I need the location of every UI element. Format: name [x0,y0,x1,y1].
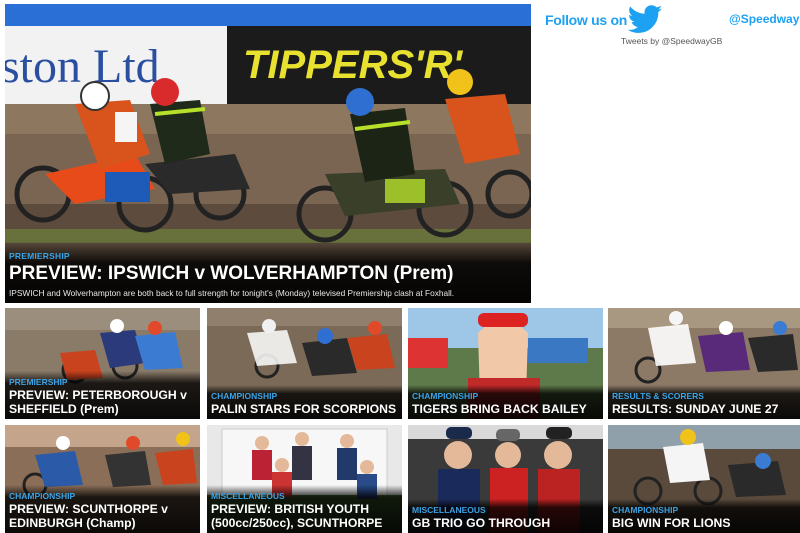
card-title[interactable]: TIGERS BRING BACK BAILEY [412,402,599,416]
card-title[interactable]: BIG WIN FOR LIONS [612,516,799,530]
card-title[interactable]: PREVIEW: BRITISH YOUTH (500cc/250cc), SC… [211,502,398,530]
card-title[interactable]: PREVIEW: PETERBOROUGH v SHEFFIELD (Prem) [9,388,196,416]
card-title[interactable]: PREVIEW: SCUNTHORPE v EDINBURGH (Champ) [9,502,196,530]
article-card[interactable]: CHAMPIONSHIP TIGERS BRING BACK BAILEY [408,308,603,419]
card-category[interactable]: CHAMPIONSHIP [612,505,799,515]
card-category[interactable]: CHAMPIONSHIP [412,391,599,401]
card-category[interactable]: CHAMPIONSHIP [9,491,196,501]
hero-caption: PREMIERSHIP PREVIEW: IPSWICH v WOLVERHAM… [5,241,531,303]
card-caption: CHAMPIONSHIP PALIN STARS FOR SCORPIONS [207,385,402,419]
hero-title[interactable]: PREVIEW: IPSWICH v WOLVERHAMPTON (Prem) [9,263,527,284]
twitter-handle[interactable]: @SpeedwayGB [729,12,800,26]
twitter-bird-icon[interactable] [627,5,663,33]
hero-banner-left: ston Ltd [5,40,160,93]
card-caption: CHAMPIONSHIP TIGERS BRING BACK BAILEY [408,385,603,419]
card-category[interactable]: MISCELLANEOUS [211,491,398,501]
card-category[interactable]: MISCELLANEOUS [412,505,599,515]
article-card[interactable]: MISCELLANEOUS GB TRIO GO THROUGH [408,425,603,533]
card-title[interactable]: RESULTS: SUNDAY JUNE 27 [612,402,799,416]
card-caption: CHAMPIONSHIP PREVIEW: SCUNTHORPE v EDINB… [5,485,200,533]
card-category[interactable]: PREMIERSHIP [9,377,196,387]
hero-excerpt: IPSWICH and Wolverhampton are both back … [9,288,455,298]
card-category[interactable]: CHAMPIONSHIP [211,391,398,401]
card-caption: MISCELLANEOUS GB TRIO GO THROUGH [408,499,603,533]
article-card[interactable]: RESULTS & SCORERS RESULTS: SUNDAY JUNE 2… [608,308,800,419]
follow-us-label[interactable]: Follow us on [545,12,627,28]
tweets-by-label[interactable]: Tweets by @SpeedwayGB [621,36,722,46]
card-caption: CHAMPIONSHIP BIG WIN FOR LIONS [608,499,800,533]
card-category[interactable]: RESULTS & SCORERS [612,391,799,401]
article-card[interactable]: CHAMPIONSHIP PREVIEW: SCUNTHORPE v EDINB… [5,425,200,533]
card-caption: RESULTS & SCORERS RESULTS: SUNDAY JUNE 2… [608,385,800,419]
article-card[interactable]: PREMIERSHIP PREVIEW: PETERBOROUGH v SHEF… [5,308,200,419]
article-card[interactable]: CHAMPIONSHIP PALIN STARS FOR SCORPIONS [207,308,402,419]
hero-article[interactable]: ston Ltd TIPPERS'R' PREMIERSHIP PREVIEW:… [5,4,531,303]
article-card[interactable]: MISCELLANEOUS PREVIEW: BRITISH YOUTH (50… [207,425,402,533]
card-caption: PREMIERSHIP PREVIEW: PETERBOROUGH v SHEF… [5,371,200,419]
card-caption: MISCELLANEOUS PREVIEW: BRITISH YOUTH (50… [207,485,402,533]
article-card[interactable]: CHAMPIONSHIP BIG WIN FOR LIONS [608,425,800,533]
card-title[interactable]: PALIN STARS FOR SCORPIONS [211,402,398,416]
twitter-follow-widget[interactable]: Follow us on @SpeedwayGB Tweets by @Spee… [543,4,800,48]
card-title[interactable]: GB TRIO GO THROUGH [412,516,599,530]
hero-category[interactable]: PREMIERSHIP [9,251,527,261]
hero-banner-right: TIPPERS'R' [243,43,464,87]
